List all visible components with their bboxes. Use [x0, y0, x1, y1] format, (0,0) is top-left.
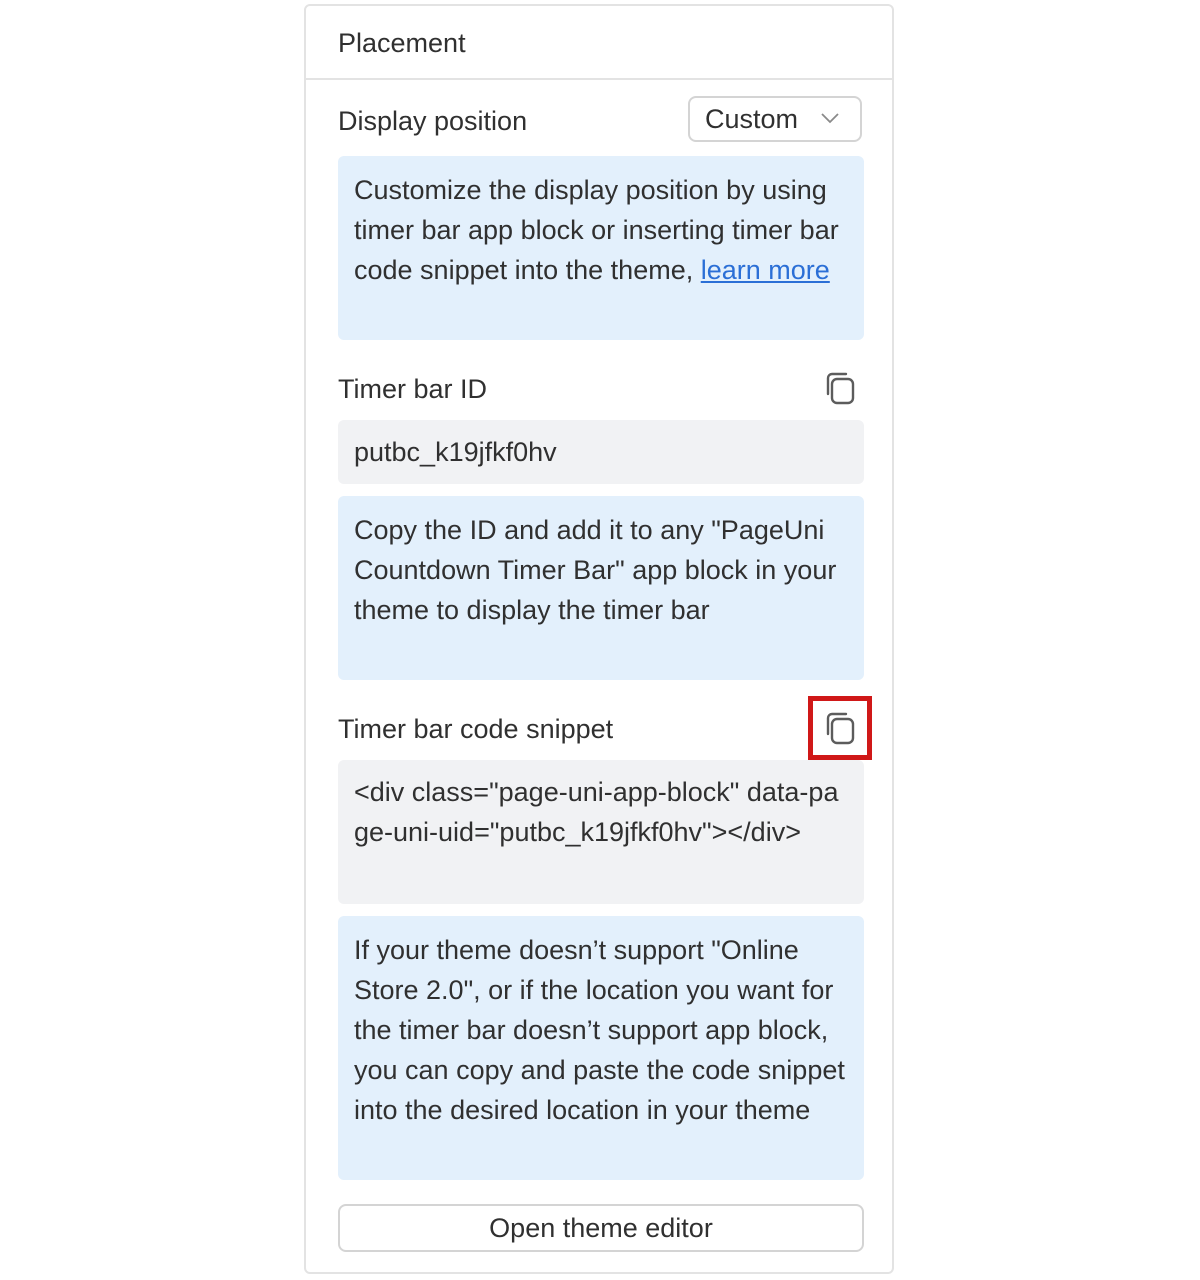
timer-bar-id-field[interactable]: putbc_k19jfkf0hv: [338, 420, 864, 484]
card-title: Placement: [338, 28, 466, 58]
code-snippet-info: If your theme doesn’t support "Online St…: [338, 916, 864, 1180]
copy-id-button[interactable]: [820, 368, 860, 408]
timer-bar-id-info: Copy the ID and add it to any "PageUni C…: [338, 496, 864, 680]
display-position-select[interactable]: Custom: [688, 96, 862, 142]
code-snippet-label: Timer bar code snippet: [338, 714, 614, 744]
learn-more-link[interactable]: learn more: [701, 255, 830, 285]
timer-bar-id-label: Timer bar ID: [338, 374, 488, 404]
copy-icon: [826, 712, 855, 745]
card-header: Placement: [306, 6, 892, 80]
display-position-label: Display position: [338, 106, 528, 136]
display-position-info: Customize the display position by using …: [338, 156, 864, 340]
placement-card: Placement Display position Custom Custom…: [304, 4, 894, 1274]
display-position-value: Custom: [705, 103, 799, 134]
code-snippet-field[interactable]: <div class="page-uni-app-block" data-pag…: [338, 760, 864, 904]
chevron-down-icon: [821, 113, 839, 124]
open-theme-editor-button[interactable]: Open theme editor: [338, 1204, 864, 1252]
copy-snippet-button[interactable]: [820, 708, 860, 748]
copy-icon: [826, 372, 855, 405]
